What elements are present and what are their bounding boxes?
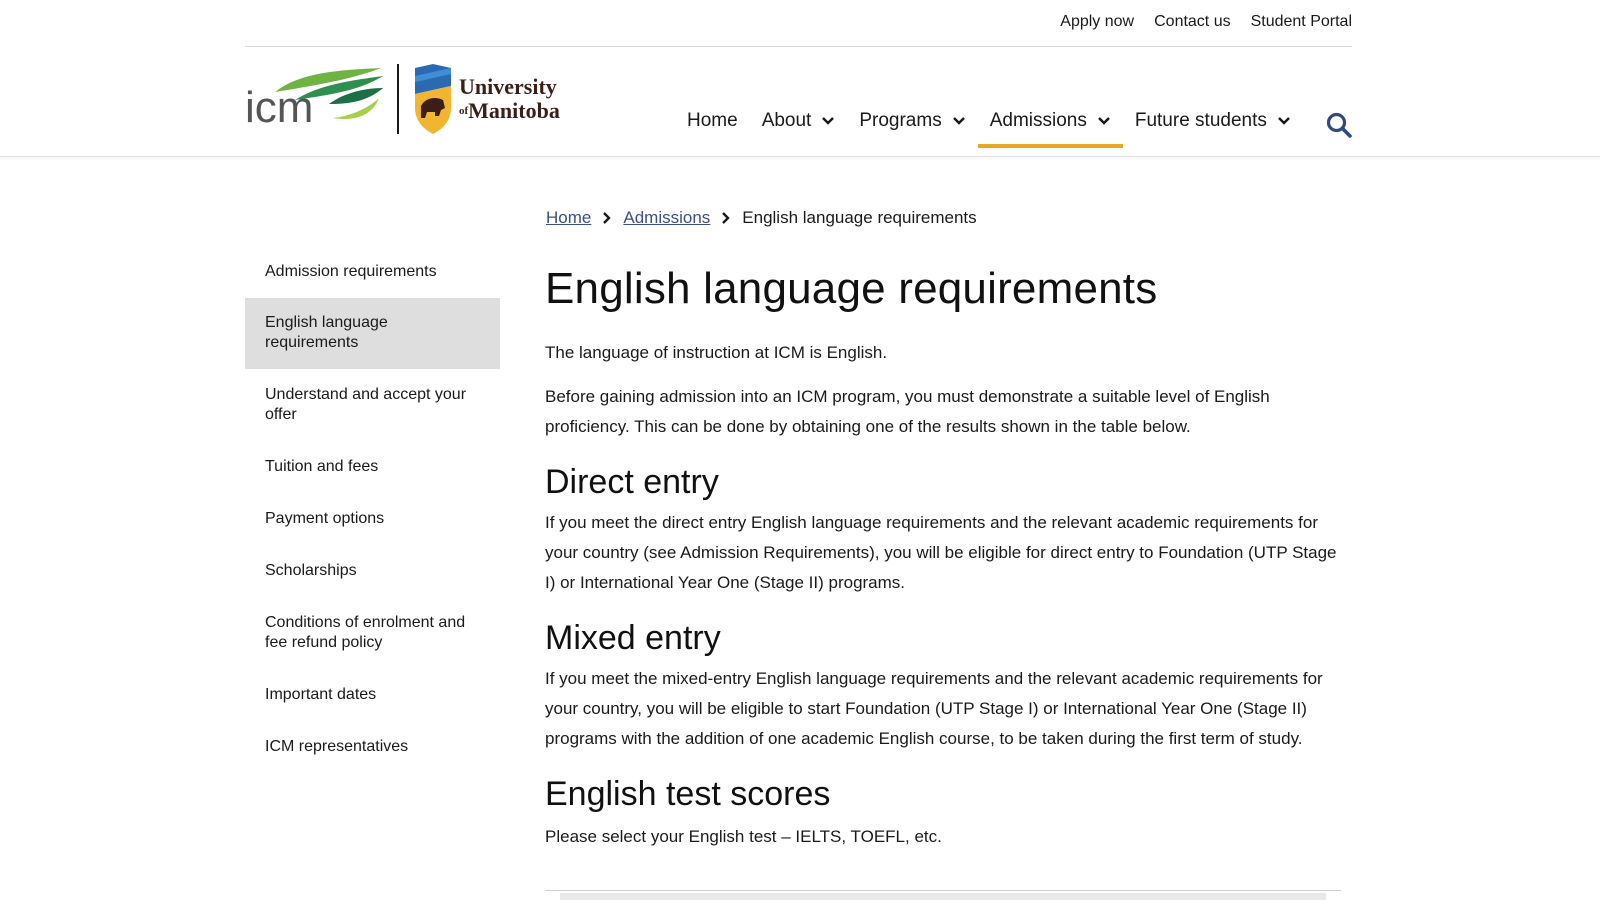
sidebar-item-scholarships[interactable]: Scholarships (245, 551, 500, 591)
student-portal-link[interactable]: Student Portal (1251, 13, 1352, 31)
sidebar-item-important-dates[interactable]: Important dates (245, 675, 500, 715)
um-line2: ofManitoba (459, 100, 560, 122)
main-content: English language requirements The langua… (545, 262, 1345, 900)
nav-programs-label: Programs (859, 110, 942, 131)
nav-programs[interactable]: Programs (847, 102, 977, 140)
um-manitoba: Manitoba (468, 98, 560, 123)
nav-future-students[interactable]: Future students (1123, 102, 1303, 140)
logo-divider (397, 64, 399, 134)
english-test-selector[interactable] (545, 890, 1341, 900)
page-title: English language requirements (545, 264, 1158, 313)
icm-logo[interactable]: icm (245, 64, 385, 134)
test-selector-bar[interactable] (560, 893, 1326, 900)
nav-future-students-label: Future students (1134, 110, 1267, 131)
sidebar-item-understand-accept-offer[interactable]: Understand and accept your offer (245, 375, 500, 435)
um-shield-icon (415, 64, 451, 134)
chevron-down-icon (822, 117, 835, 125)
sidebar-item-tuition-fees[interactable]: Tuition and fees (245, 447, 500, 487)
sidebar-item-icm-representatives[interactable]: ICM representatives (245, 727, 500, 767)
chevron-right-icon (603, 212, 612, 224)
sidebar-nav: Admission requirements English language … (245, 252, 500, 767)
admission-text: Before gaining admission into an ICM pro… (545, 387, 1270, 436)
icm-wordmark: icm (245, 83, 313, 132)
breadcrumb: Home Admissions English language require… (546, 208, 977, 228)
main-nav: Home About Programs Admissions Future st… (675, 102, 1303, 148)
direct-entry-heading: Direct entry (545, 463, 719, 501)
sidebar-item-admission-requirements[interactable]: Admission requirements (245, 252, 500, 292)
utility-links: Apply now Contact us Student Portal (1060, 13, 1352, 31)
nav-about-label: About (761, 110, 812, 131)
apply-now-link[interactable]: Apply now (1060, 13, 1134, 31)
breadcrumb-home[interactable]: Home (546, 208, 591, 228)
mixed-entry-heading: Mixed entry (545, 619, 721, 657)
chevron-right-icon (722, 212, 730, 224)
um-logo[interactable]: University ofManitoba (413, 64, 560, 134)
nav-home[interactable]: Home (675, 102, 750, 140)
direct-entry-text: If you meet the direct entry English lan… (545, 513, 1337, 592)
nav-about[interactable]: About (750, 102, 848, 140)
nav-admissions[interactable]: Admissions (977, 102, 1124, 148)
um-line1: University (459, 74, 557, 99)
breadcrumb-current: English language requirements (742, 208, 977, 227)
sidebar-item-english-language-requirements[interactable]: English language requirements (245, 298, 500, 369)
um-wordmark: University ofManitoba (459, 76, 560, 122)
logo-group[interactable]: icm University ofManitoba (245, 61, 560, 137)
english-test-heading: English test scores (545, 775, 831, 813)
chevron-down-icon (952, 117, 965, 125)
page: Apply now Contact us Student Portal icm (0, 0, 1600, 900)
search-icon[interactable] (1325, 111, 1353, 139)
breadcrumb-admissions[interactable]: Admissions (623, 208, 710, 228)
english-test-text: Please select your English test – IELTS,… (545, 827, 942, 846)
um-of: of (459, 105, 469, 117)
sidebar-item-payment-options[interactable]: Payment options (245, 499, 500, 539)
chevron-down-icon (1097, 117, 1110, 125)
intro-text: The language of instruction at ICM is En… (545, 343, 888, 362)
utility-bar: Apply now Contact us Student Portal (245, 0, 1352, 47)
main-header: icm University ofManitoba Home About Pro… (0, 47, 1600, 157)
nav-home-label: Home (687, 110, 738, 131)
mixed-entry-text: If you meet the mixed-entry English lang… (545, 669, 1323, 748)
chevron-down-icon (1278, 117, 1290, 125)
nav-admissions-label: Admissions (989, 110, 1087, 131)
sidebar-item-conditions-refund[interactable]: Conditions of enrolment and fee refund p… (245, 603, 500, 663)
contact-us-link[interactable]: Contact us (1154, 13, 1230, 31)
